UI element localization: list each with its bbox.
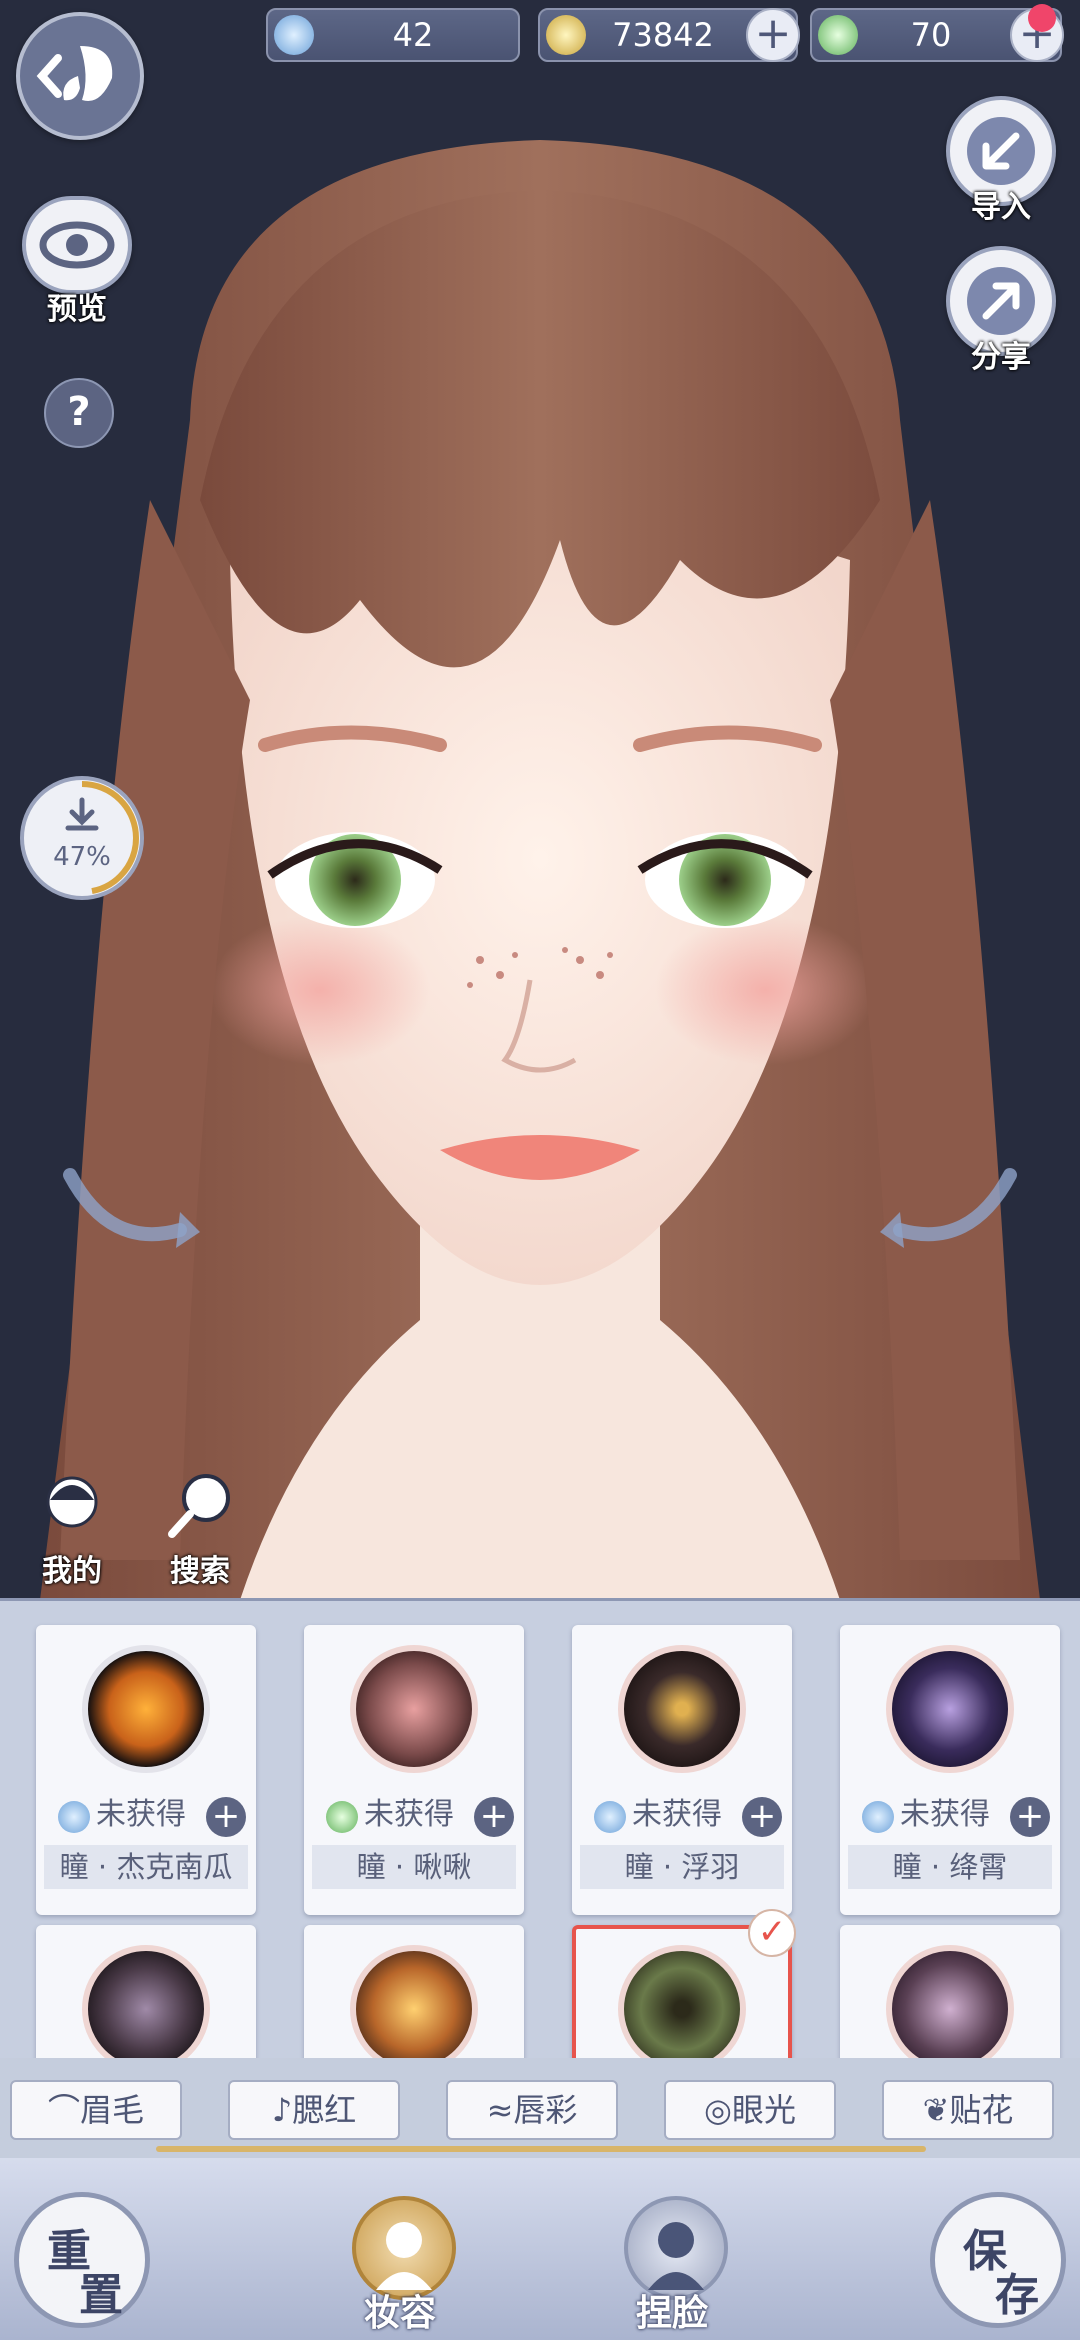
eye-icon: [39, 221, 115, 269]
help-icon: ?: [67, 389, 91, 435]
tab-lip[interactable]: ≈唇彩: [446, 2080, 618, 2140]
download-icon: [65, 797, 99, 831]
add-item-button[interactable]: +: [474, 1797, 514, 1837]
item-card[interactable]: [36, 1925, 256, 2061]
item-card[interactable]: 未获得 + 瞳 · 杰克南瓜: [36, 1625, 256, 1915]
item-card[interactable]: [840, 1925, 1060, 2061]
currency-value: 42: [392, 16, 434, 54]
tab-eyebrow[interactable]: ⌒眉毛: [10, 2080, 182, 2140]
item-name: 瞳 · 啾啾: [312, 1845, 516, 1889]
eye-preview: [82, 1645, 210, 1773]
character-viewport[interactable]: [0, 0, 1080, 1600]
eye-preview: [886, 1645, 1014, 1773]
item-card-selected[interactable]: ✓: [572, 1909, 796, 2073]
blue-token-icon: [594, 1801, 626, 1833]
eyebrow-icon: ⌒: [47, 2091, 80, 2129]
coin-icon: [546, 15, 586, 55]
currency-value: 70: [910, 16, 952, 54]
avatar-icon: [46, 1476, 98, 1528]
preview-label: 预览: [47, 292, 107, 327]
currency-bar-1: 42: [266, 8, 520, 62]
currency-bar-3: 70 +: [810, 4, 1064, 62]
add-item-button[interactable]: +: [742, 1797, 782, 1837]
category-tabs: ⌒眉毛 ♪腮红 ≈唇彩 ◎眼光 ❦贴花: [0, 2058, 1080, 2158]
face-icon: [648, 2222, 704, 2290]
reset-button[interactable]: 重 置: [14, 2192, 150, 2328]
blush-icon: ♪: [271, 2091, 293, 2129]
download-percent: 47%: [53, 842, 111, 872]
import-label: 导入: [971, 190, 1031, 225]
add-item-button[interactable]: +: [206, 1797, 246, 1837]
eye-preview: [350, 1645, 478, 1773]
makeup-icon: [376, 2222, 432, 2290]
tab-eye-light[interactable]: ◎眼光: [664, 2080, 836, 2140]
blue-token-icon: [862, 1801, 894, 1833]
item-status: 未获得 +: [572, 1793, 792, 1837]
butterfly-back-icon: [36, 46, 113, 102]
download-progress: 47%: [20, 776, 144, 900]
search-label: 搜索: [170, 1554, 230, 1589]
character-model: [40, 140, 1040, 1600]
share-label: 分享: [971, 340, 1031, 375]
green-token-icon: [818, 15, 858, 55]
item-card[interactable]: 未获得 + 瞳 · 啾啾: [304, 1625, 524, 1915]
item-name: 瞳 · 浮羽: [580, 1845, 784, 1889]
eye-preview: [350, 1945, 478, 2061]
bottom-bar: [0, 2158, 1080, 2340]
green-token-icon: [326, 1801, 358, 1833]
eye-preview: [618, 1645, 746, 1773]
help-button[interactable]: ?: [44, 378, 114, 448]
item-status: 未获得 +: [304, 1793, 524, 1837]
add-item-button[interactable]: +: [1010, 1797, 1050, 1837]
preview-button[interactable]: [22, 196, 132, 294]
item-panel[interactable]: 未获得 + 瞳 · 杰克南瓜 未获得 + 瞳 · 啾啾 未获得 + 瞳 · 浮羽…: [0, 1598, 1080, 2073]
add-coin-button[interactable]: +: [746, 8, 800, 62]
tab-blush[interactable]: ♪腮红: [228, 2080, 400, 2140]
search-icon: [168, 1474, 230, 1538]
item-card[interactable]: 未获得 + 瞳 · 绛霄: [840, 1625, 1060, 1915]
face-label: 捏脸: [636, 2293, 709, 2334]
decal-icon: ❦: [922, 2091, 950, 2129]
my-label: 我的: [42, 1554, 102, 1589]
search-button[interactable]: 搜索: [150, 1470, 250, 1589]
eye-preview: [886, 1945, 1014, 2061]
back-button[interactable]: [16, 12, 144, 140]
item-name: 瞳 · 杰克南瓜: [44, 1845, 248, 1889]
currency-value: 73842: [612, 16, 714, 54]
rotate-left-icon[interactable]: [50, 1150, 200, 1270]
eye-light-icon: ◎: [704, 2091, 732, 2129]
item-status: 未获得 +: [36, 1793, 256, 1837]
reset-label-2: 置: [79, 2270, 123, 2321]
currency-bar-2: 73842 +: [538, 8, 800, 62]
item-card[interactable]: 未获得 + 瞳 · 浮羽: [572, 1625, 792, 1915]
save-button[interactable]: 保 存: [930, 2192, 1066, 2328]
item-card[interactable]: [304, 1925, 524, 2061]
eye-preview: [82, 1945, 210, 2061]
spiral-token-icon: [274, 15, 314, 55]
my-button[interactable]: 我的: [22, 1470, 122, 1589]
lip-icon: ≈: [486, 2091, 514, 2129]
eye-preview: [618, 1945, 746, 2073]
tabs-scrollbar[interactable]: [156, 2146, 926, 2152]
rotate-right-icon[interactable]: [880, 1150, 1030, 1270]
notification-dot: [1028, 4, 1056, 32]
blue-token-icon: [58, 1801, 90, 1833]
tab-decal[interactable]: ❦贴花: [882, 2080, 1054, 2140]
save-label-2: 存: [995, 2270, 1039, 2321]
makeup-label: 妆容: [364, 2293, 437, 2334]
item-status: 未获得 +: [840, 1793, 1060, 1837]
item-name: 瞳 · 绛霄: [848, 1845, 1052, 1889]
check-icon: ✓: [748, 1909, 796, 1957]
